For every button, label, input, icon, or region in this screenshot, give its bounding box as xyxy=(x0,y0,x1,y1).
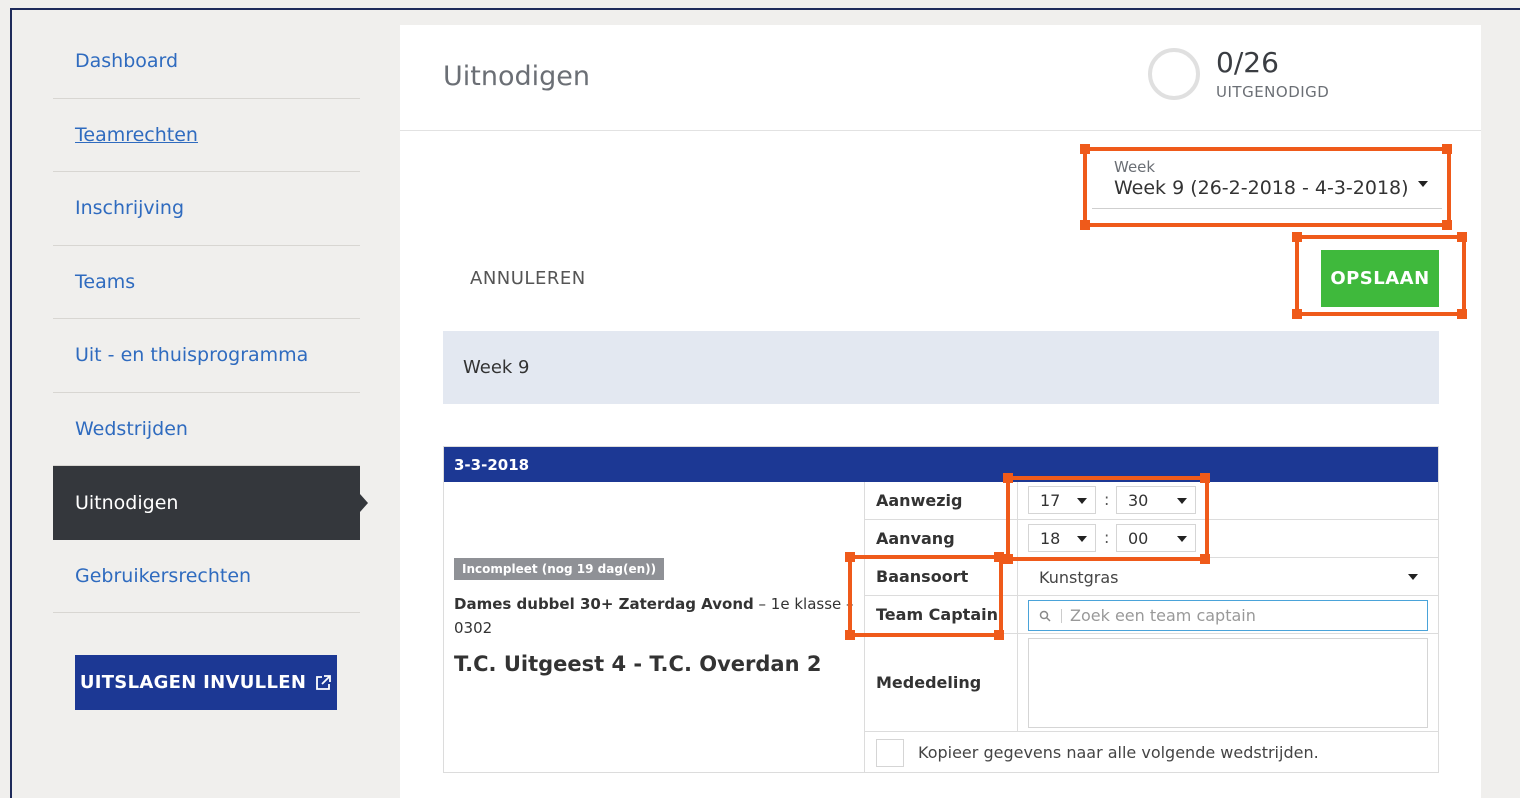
surface-select[interactable]: Kunstgras xyxy=(1028,562,1428,592)
uitslagen-invullen-label: UITSLAGEN INVULLEN xyxy=(79,672,307,693)
week-select-value: Week 9 (26-2-2018 - 4-3-2018) xyxy=(1114,177,1409,199)
search-icon xyxy=(1039,610,1051,622)
match-info: Incompleet (nog 19 dag(en)) Dames dubbel… xyxy=(444,482,865,773)
present-minute-value: 30 xyxy=(1128,490,1149,510)
chevron-down-icon xyxy=(1077,498,1087,504)
sidebar-item-label: Teamrechten xyxy=(75,123,198,146)
week-select[interactable]: Week Week 9 (26-2-2018 - 4-3-2018) xyxy=(1092,151,1442,209)
competition-name: Dames dubbel 30+ Zaterdag Avond xyxy=(454,595,754,613)
invite-progress: 0/26 UITGENODIGD xyxy=(1148,47,1329,101)
captain-row: Team Captain xyxy=(865,596,1439,634)
chevron-down-icon xyxy=(1177,498,1187,504)
page-title: Uitnodigen xyxy=(443,61,590,92)
surface-label: Baansoort xyxy=(865,558,1018,595)
match-card: 3-3-2018 Incompleet (nog 19 dag(en)) Dam… xyxy=(443,446,1439,773)
present-label: Aanwezig xyxy=(865,482,1018,519)
week-select-label: Week xyxy=(1114,158,1156,176)
copy-label: Kopieer gegevens naar alle volgende weds… xyxy=(918,743,1319,762)
start-label: Aanvang xyxy=(865,520,1018,557)
surface-value: Kunstgras xyxy=(1039,567,1119,587)
week-section-header: Week 9 xyxy=(443,331,1439,404)
main-panel: Uitnodigen 0/26 UITGENODIGD Week Week 9 … xyxy=(400,25,1481,798)
sidebar-item-label: Gebruikersrechten xyxy=(75,564,252,587)
captain-search-box[interactable] xyxy=(1028,600,1428,631)
progress-ring-icon xyxy=(1148,48,1200,100)
sidebar-item-teams[interactable]: Teams xyxy=(53,246,360,319)
sidebar-item-teamrechten[interactable]: Teamrechten xyxy=(53,99,360,172)
match-teams: T.C. Uitgeest 4 - T.C. Overdan 2 xyxy=(454,652,822,676)
sidebar-item-inschrijving[interactable]: Inschrijving xyxy=(53,172,360,246)
chevron-down-icon xyxy=(1408,574,1418,580)
competition-info: Dames dubbel 30+ Zaterdag Avond – 1e kla… xyxy=(454,592,854,640)
sidebar-item-programma[interactable]: Uit - en thuisprogramma xyxy=(53,319,360,393)
present-row: Aanwezig 17 : 30 xyxy=(865,482,1439,520)
page-header: Uitnodigen 0/26 UITGENODIGD xyxy=(400,25,1481,131)
save-button[interactable]: OPSLAAN xyxy=(1321,250,1439,307)
match-date: 3-3-2018 xyxy=(444,447,1438,482)
search-separator xyxy=(1061,608,1062,623)
chevron-down-icon xyxy=(1418,181,1428,187)
chevron-down-icon xyxy=(1177,536,1187,542)
sidebar-item-uitnodigen[interactable]: Uitnodigen xyxy=(53,466,368,540)
surface-row: Baansoort Kunstgras xyxy=(865,558,1439,596)
sidebar: Dashboard Teamrechten Inschrijving Teams… xyxy=(53,25,368,710)
sidebar-item-label: Uitnodigen xyxy=(75,491,179,514)
copy-row: Kopieer gegevens naar alle volgende weds… xyxy=(865,732,1439,773)
sidebar-item-label: Uit - en thuisprogramma xyxy=(75,344,309,367)
sidebar-item-label: Dashboard xyxy=(75,50,179,73)
message-label: Mededeling xyxy=(865,634,1018,731)
uitslagen-invullen-button[interactable]: UITSLAGEN INVULLEN xyxy=(75,655,337,710)
start-row: Aanvang 18 : 00 xyxy=(865,520,1439,558)
start-minute-select[interactable]: 00 xyxy=(1116,524,1196,552)
present-minute-select[interactable]: 30 xyxy=(1116,486,1196,514)
start-hour-select[interactable]: 18 xyxy=(1028,524,1096,552)
progress-label: UITGENODIGD xyxy=(1216,83,1330,101)
copy-checkbox[interactable] xyxy=(876,738,904,767)
sidebar-item-wedstrijden[interactable]: Wedstrijden xyxy=(53,393,360,466)
sidebar-item-label: Inschrijving xyxy=(75,197,185,220)
time-separator: : xyxy=(1104,528,1110,547)
start-hour-value: 18 xyxy=(1040,528,1061,548)
sidebar-item-label: Wedstrijden xyxy=(75,417,188,440)
progress-count: 0/26 xyxy=(1216,46,1279,79)
captain-search-input[interactable] xyxy=(1070,606,1390,625)
sidebar-item-gebruikersrechten[interactable]: Gebruikersrechten xyxy=(53,540,360,613)
status-badge: Incompleet (nog 19 dag(en)) xyxy=(454,558,665,580)
time-separator: : xyxy=(1104,490,1110,509)
message-textarea[interactable] xyxy=(1028,638,1428,728)
present-hour-value: 17 xyxy=(1040,490,1061,510)
external-link-icon xyxy=(316,674,332,690)
captain-label: Team Captain xyxy=(865,596,1018,633)
sidebar-item-label: Teams xyxy=(75,270,136,293)
chevron-down-icon xyxy=(1077,536,1087,542)
present-hour-select[interactable]: 17 xyxy=(1028,486,1096,514)
start-minute-value: 00 xyxy=(1128,528,1149,548)
message-row: Mededeling xyxy=(865,634,1439,732)
sidebar-item-dashboard[interactable]: Dashboard xyxy=(53,25,360,99)
cancel-button[interactable]: ANNULEREN xyxy=(470,268,586,289)
